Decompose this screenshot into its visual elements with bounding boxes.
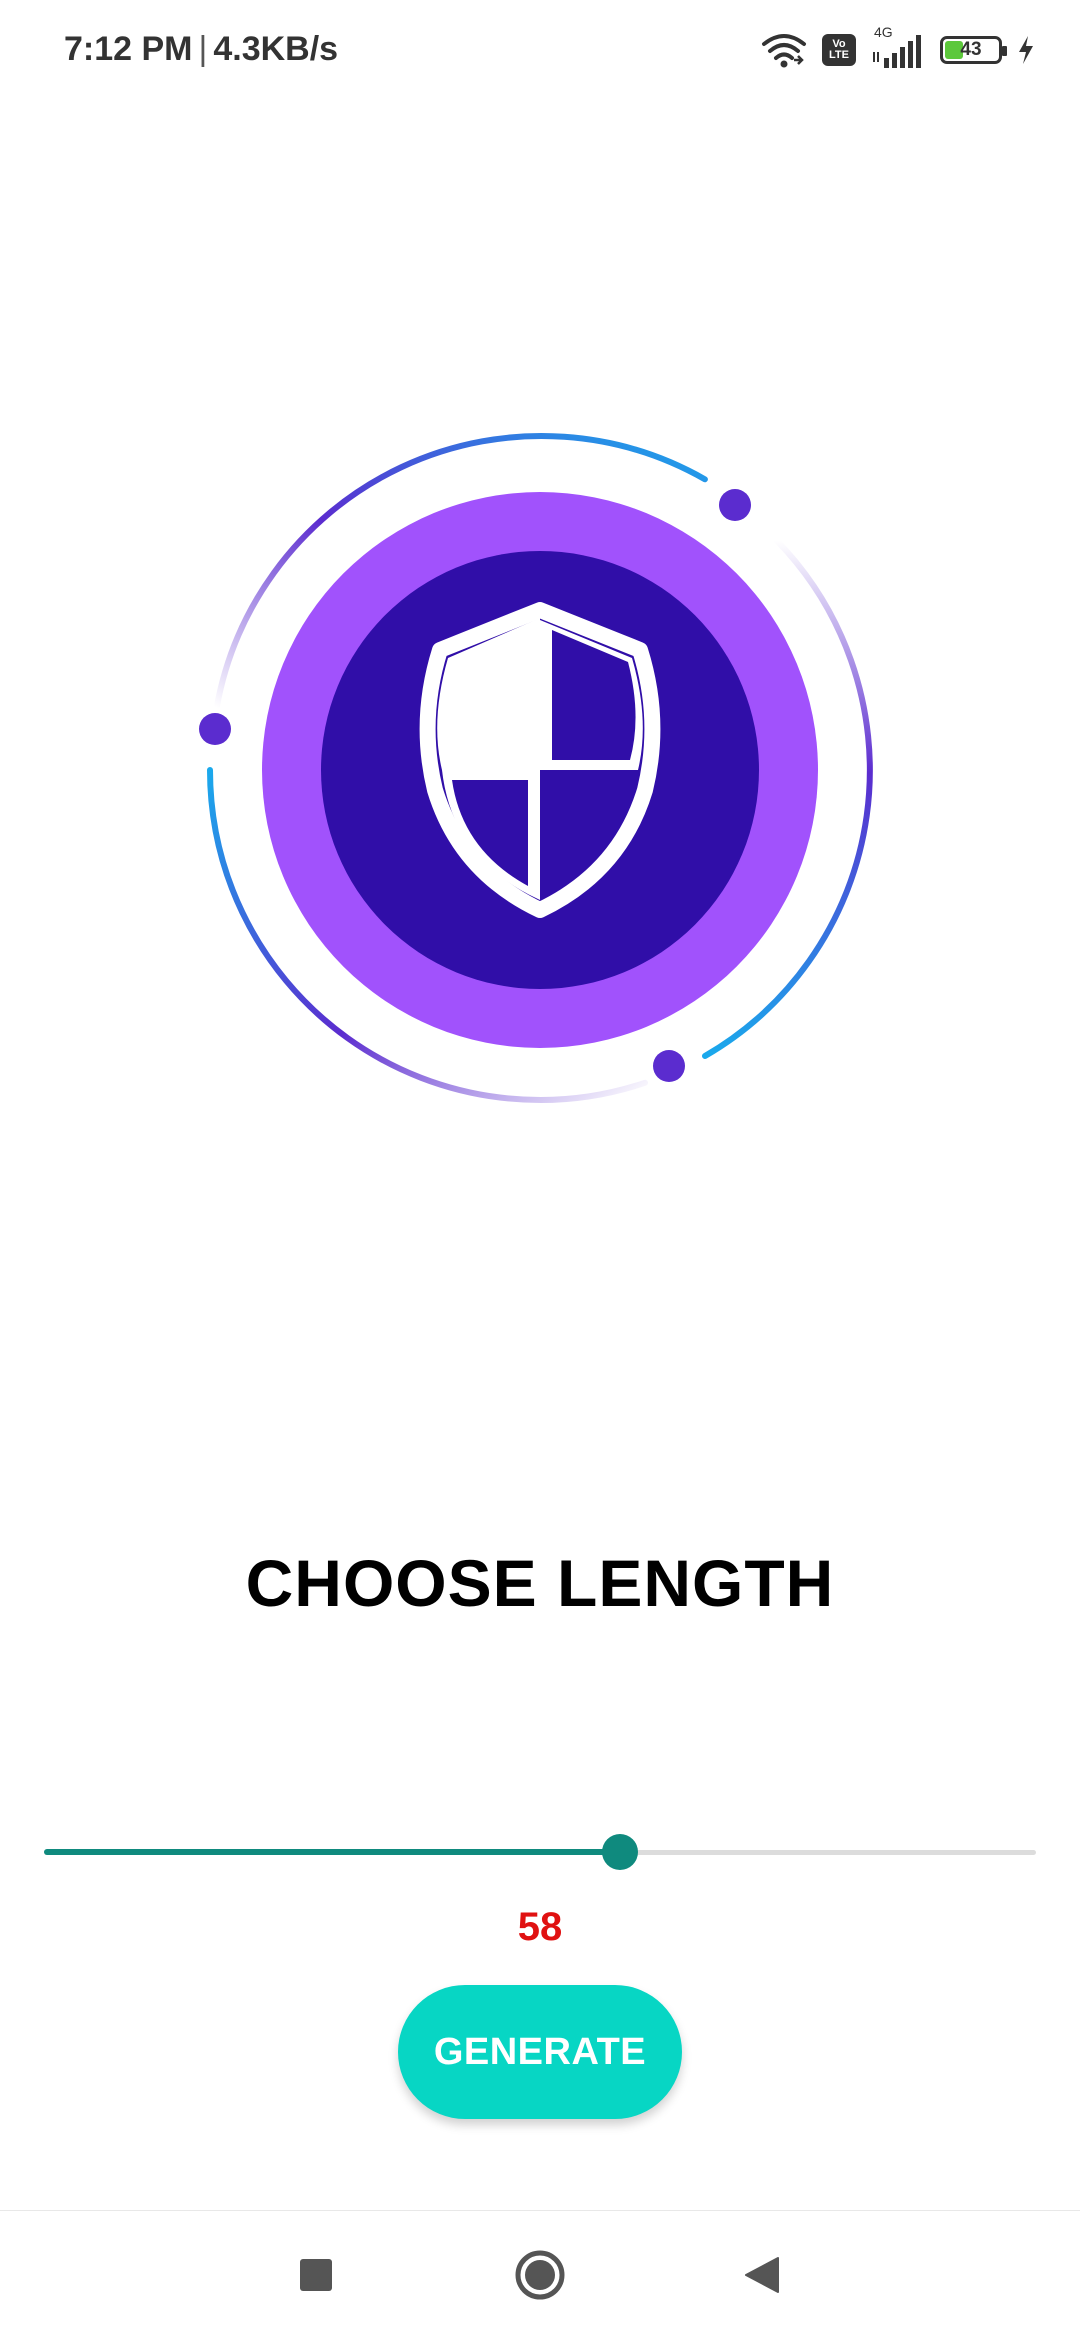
generate-button[interactable]: GENERATE (398, 1985, 682, 2119)
signal-icon: 4G (870, 24, 926, 72)
network-type-label: 4G (874, 24, 893, 40)
battery-percentage: 43 (960, 39, 982, 60)
status-bar: 7:12 PM | 4.3KB/s Vo LTE 4G 43 (0, 0, 1080, 100)
volte-icon: Vo LTE (822, 34, 856, 66)
battery-icon: 43 (940, 36, 1007, 64)
orbit-dot-bottom (653, 1050, 685, 1082)
page-title: CHOOSE LENGTH (245, 1546, 835, 1620)
orbit-dot-top-right (719, 489, 751, 521)
status-left: 7:12 PM | 4.3KB/s (64, 30, 338, 69)
slider-active-track (44, 1849, 621, 1855)
length-value: 58 (517, 1905, 563, 1949)
status-separator: | (198, 30, 208, 68)
length-slider[interactable] (44, 1830, 1036, 1874)
volte-bottom-label: LTE (829, 49, 849, 61)
charging-icon (1016, 34, 1036, 66)
orbit-dot-left (199, 713, 231, 745)
security-illustration-svg (199, 433, 873, 1103)
wifi-icon (760, 30, 808, 70)
slider-thumb[interactable] (602, 1834, 639, 1870)
status-time: 7:12 PM (64, 30, 193, 68)
status-net-speed: 4.3KB/s (213, 30, 339, 68)
navigation-bar (0, 2210, 1080, 2341)
back-icon[interactable] (742, 2255, 782, 2295)
recents-icon[interactable] (300, 2259, 332, 2291)
status-icons: Vo LTE 4G 43 (760, 24, 1036, 74)
home-icon[interactable] (514, 2249, 566, 2301)
security-illustration (190, 420, 890, 1120)
